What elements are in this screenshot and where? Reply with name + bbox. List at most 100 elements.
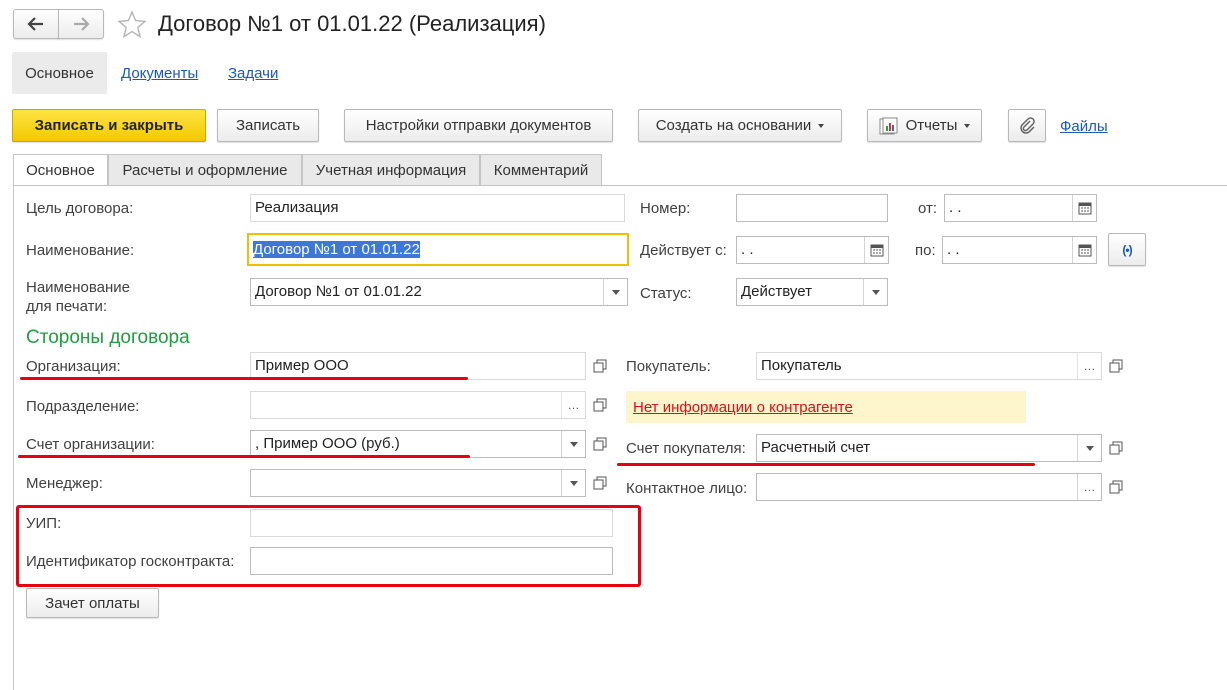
purpose-label: Цель договора:	[26, 200, 134, 217]
section-nav-documents[interactable]: Документы	[121, 65, 198, 82]
open-org-account-button[interactable]	[588, 431, 612, 457]
chevron-down-icon	[569, 480, 578, 486]
dropdown-button[interactable]	[603, 279, 627, 305]
buyer-label: Покупатель:	[626, 358, 711, 375]
tab-accounting[interactable]: Учетная информация	[302, 154, 480, 185]
open-division-button[interactable]	[588, 392, 612, 418]
payment-offset-button[interactable]: Зачет оплаты	[26, 588, 159, 618]
tab-payments[interactable]: Расчеты и оформление	[108, 154, 302, 185]
save-and-close-label: Записать и закрыть	[34, 117, 184, 134]
save-label: Записать	[235, 117, 301, 134]
gov-id-field[interactable]	[250, 547, 613, 575]
contact-field[interactable]: …	[756, 473, 1102, 501]
purpose-field[interactable]: Реализация	[250, 194, 625, 222]
counterparty-warning-link[interactable]: Нет информации о контрагенте	[633, 399, 853, 416]
org-field[interactable]: Пример ООО	[250, 352, 586, 380]
division-field[interactable]: …	[250, 391, 586, 419]
open-window-icon	[1109, 480, 1123, 494]
print-name-label-2: для печати:	[26, 298, 108, 315]
open-buyer-button[interactable]	[1104, 353, 1128, 379]
section-nav-tasks[interactable]: Задачи	[228, 65, 278, 82]
create-based-on-button[interactable]: Создать на основании	[638, 109, 842, 142]
chevron-down-icon	[964, 123, 971, 128]
dropdown-button[interactable]	[863, 279, 887, 305]
org-account-field[interactable]: , Пример ООО (руб.)	[250, 430, 586, 458]
buyer-account-label: Счет покупателя:	[626, 440, 746, 457]
back-button[interactable]	[13, 9, 59, 39]
manager-field[interactable]	[250, 469, 586, 497]
print-name-field[interactable]: Договор №1 от 01.01.22	[250, 278, 628, 306]
chevron-down-icon	[1085, 445, 1094, 451]
open-contact-button[interactable]	[1104, 474, 1128, 500]
open-window-icon	[593, 437, 607, 451]
send-settings-button[interactable]: Настройки отправки документов	[344, 109, 613, 142]
name-field[interactable]: Договор №1 от 01.01.22	[247, 233, 629, 266]
choose-button[interactable]: …	[1077, 353, 1101, 379]
purpose-value: Реализация	[255, 199, 339, 216]
section-nav-main-label: Основное	[25, 64, 94, 82]
division-label: Подразделение:	[26, 398, 140, 415]
org-account-value: , Пример ООО (руб.)	[255, 435, 400, 452]
files-link[interactable]: Файлы	[1060, 118, 1108, 135]
annotation-underline-org-account	[18, 455, 470, 458]
choose-button[interactable]: …	[561, 392, 585, 418]
org-value: Пример ООО	[255, 357, 349, 374]
forward-button[interactable]	[58, 9, 104, 39]
open-window-icon	[1109, 359, 1123, 373]
org-account-label: Счет организации:	[26, 436, 155, 453]
period-button[interactable]: (•)	[1108, 233, 1146, 266]
calendar-button[interactable]	[864, 237, 888, 263]
tab-payments-label: Расчеты и оформление	[122, 161, 288, 179]
tab-comment-label: Комментарий	[493, 161, 589, 179]
reports-button[interactable]: Отчеты	[867, 109, 982, 142]
chevron-down-icon	[611, 289, 620, 295]
forward-arrow-icon	[74, 17, 90, 31]
print-name-value: Договор №1 от 01.01.22	[255, 283, 422, 300]
save-and-close-button[interactable]: Записать и закрыть	[12, 109, 206, 142]
reports-label: Отчеты	[905, 117, 958, 134]
org-label: Организация:	[26, 358, 121, 375]
to-label: по:	[915, 242, 936, 259]
number-field[interactable]	[736, 194, 888, 222]
section-nav-main[interactable]: Основное	[12, 52, 107, 94]
to-date-field[interactable]: . .	[942, 236, 1097, 264]
tab-accounting-label: Учетная информация	[315, 161, 467, 179]
from-date-field[interactable]: . .	[944, 194, 1097, 222]
valid-from-field[interactable]: . .	[736, 236, 889, 264]
payment-offset-label: Зачет оплаты	[45, 594, 140, 612]
dropdown-button[interactable]	[561, 431, 585, 457]
gov-id-label: Идентификатор госконтракта:	[26, 553, 235, 570]
tab-main[interactable]: Основное	[13, 154, 108, 186]
open-org-button[interactable]	[588, 353, 612, 379]
status-field[interactable]: Действует	[736, 278, 888, 306]
favorite-star-icon[interactable]	[117, 10, 147, 42]
create-based-on-label: Создать на основании	[655, 117, 812, 134]
chevron-down-icon	[818, 123, 825, 128]
from-date-value: . .	[949, 199, 962, 216]
buyer-account-value: Расчетный счет	[761, 439, 871, 456]
calendar-button[interactable]	[1072, 195, 1096, 221]
open-window-icon	[1109, 441, 1123, 455]
parties-header: Стороны договора	[26, 327, 190, 348]
buyer-field[interactable]: Покупатель …	[756, 352, 1102, 380]
open-manager-button[interactable]	[588, 470, 612, 496]
chevron-down-icon	[871, 289, 880, 295]
open-buyer-account-button[interactable]	[1104, 435, 1128, 461]
attach-button[interactable]	[1008, 109, 1046, 142]
buyer-account-field[interactable]: Расчетный счет	[756, 434, 1102, 462]
valid-from-value: . .	[741, 241, 754, 258]
chevron-down-icon	[569, 441, 578, 447]
annotation-underline-org	[20, 377, 468, 380]
tab-comment[interactable]: Комментарий	[480, 154, 602, 185]
annotation-underline-buyer-account	[617, 463, 1035, 466]
calendar-button[interactable]	[1072, 237, 1096, 263]
contact-label: Контактное лицо:	[626, 480, 748, 497]
uip-field[interactable]	[250, 509, 613, 537]
choose-button[interactable]: …	[1077, 474, 1101, 500]
status-value: Действует	[741, 283, 812, 300]
dropdown-button[interactable]	[561, 470, 585, 496]
save-button[interactable]: Записать	[217, 109, 319, 142]
dropdown-button[interactable]	[1077, 435, 1101, 461]
open-window-icon	[593, 359, 607, 373]
manager-label: Менеджер:	[26, 475, 103, 492]
